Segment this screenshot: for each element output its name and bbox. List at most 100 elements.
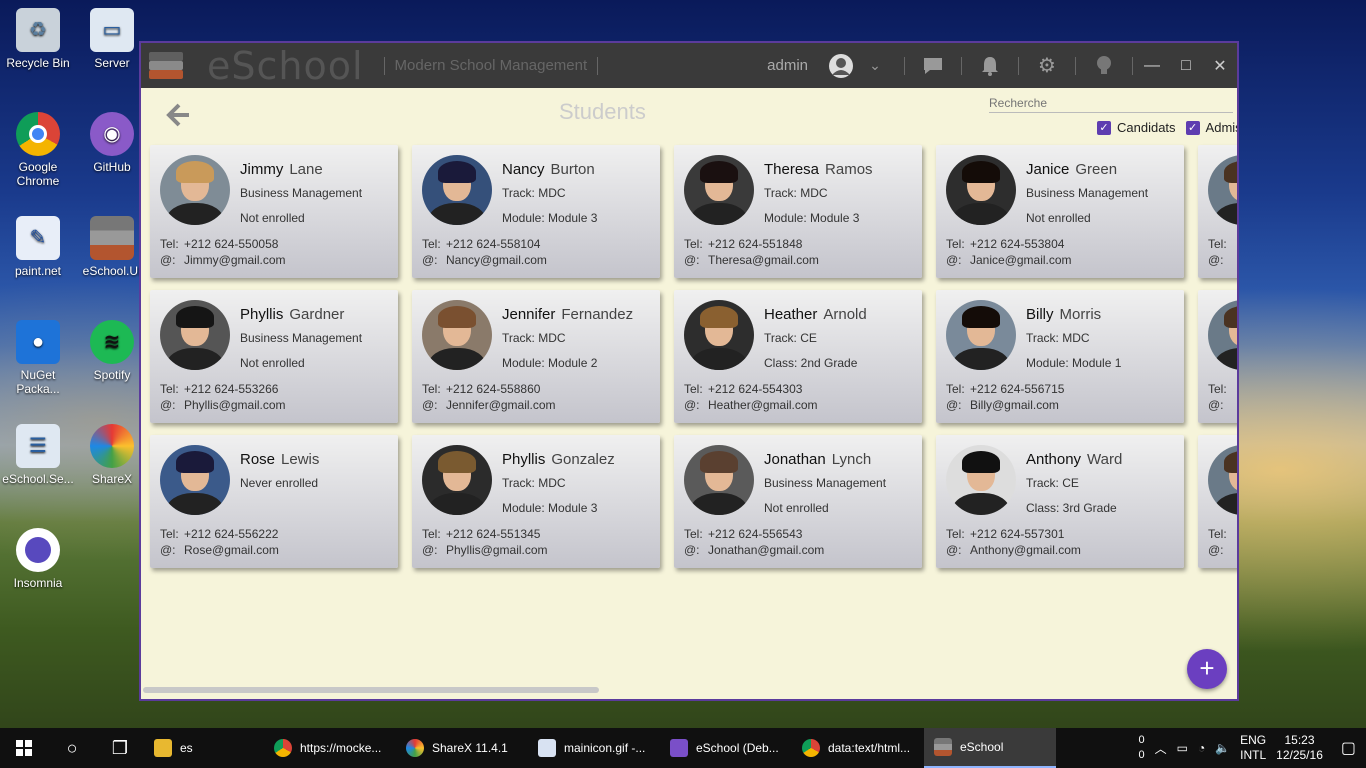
student-avatar — [422, 155, 492, 225]
desktop-icon-eschool-server[interactable]: ☰ eSchool.Se... — [0, 424, 76, 486]
student-card[interactable]: Jennifer Fernandez Track: MDC Module: Modul… — [412, 290, 660, 423]
desktop-icon-paintnet[interactable]: ✎ paint.net — [0, 216, 76, 278]
phone-label: Tel: — [422, 382, 441, 396]
maximize-button[interactable]: □ — [1169, 43, 1203, 88]
email-value: Jonathan@gmail.com — [708, 543, 825, 557]
student-card[interactable]: Phyllis Gardner Business Management Not enr… — [150, 290, 398, 423]
student-first-name: Jonathan — [764, 451, 826, 468]
phone-label: Tel: — [946, 527, 965, 541]
student-card[interactable]: Anthony Ward Track: CE Class: 3rd Grade Tel:… — [936, 435, 1184, 568]
phone-value: +212 624-556543 — [708, 527, 803, 541]
email-label: @: — [684, 253, 700, 267]
student-card[interactable]: Nancy Burton Track: MDC Module: Module 3 Tel… — [412, 145, 660, 278]
student-card[interactable]: Billy Morris Track: MDC Module: Module 1 Tel… — [936, 290, 1184, 423]
student-phone: Tel: — [1208, 527, 1232, 541]
clock[interactable]: 15:23 12/25/16 — [1276, 733, 1323, 763]
phone-value: +212 624-553804 — [970, 237, 1065, 251]
student-status: Module: Module 1 — [1026, 356, 1122, 370]
avatar-body — [166, 493, 224, 515]
chrome-icon — [274, 739, 292, 757]
start-button[interactable] — [0, 728, 48, 768]
gear-icon[interactable]: ⚙ — [1034, 53, 1060, 79]
student-avatar — [946, 300, 1016, 370]
student-card[interactable]: Janice Green Business Management Not enroll… — [936, 145, 1184, 278]
phone-label: Tel: — [422, 237, 441, 251]
student-card[interactable]: Jonathan Lynch Business Management Not enro… — [674, 435, 922, 568]
avatar-hair — [700, 161, 738, 183]
divider — [1132, 56, 1133, 75]
language-indicator[interactable]: ENG INTL — [1240, 733, 1266, 763]
student-card[interactable]: Theresa Ramos Track: MDC Module: Module 3 Te… — [674, 145, 922, 278]
task-visual-studio[interactable]: eSchool (Deb... — [660, 728, 792, 768]
task-paintnet[interactable]: mainicon.gif -... — [528, 728, 660, 768]
chat-icon[interactable] — [920, 53, 946, 79]
student-avatar — [160, 155, 230, 225]
task-chrome-mock[interactable]: https://mocke... — [264, 728, 396, 768]
desktop-icon-insomnia[interactable]: Insomnia — [0, 528, 76, 590]
student-track: Track: CE — [764, 331, 817, 345]
desktop-icon-chrome[interactable]: Google Chrome — [0, 112, 76, 188]
student-status: Not enrolled — [764, 501, 829, 515]
student-card-partial[interactable]: Tel: @: — [1198, 145, 1237, 278]
email-label: @: — [684, 543, 700, 557]
student-name: Anthony Ward — [1026, 451, 1122, 468]
task-view-icon[interactable]: ❐ — [96, 728, 144, 768]
avatar-body — [690, 203, 748, 225]
phone-value: +212 624-554303 — [708, 382, 803, 396]
avatar-hair — [1224, 161, 1237, 183]
task-chrome-data[interactable]: data:text/html... — [792, 728, 924, 768]
close-button[interactable]: ✕ — [1203, 43, 1237, 88]
phone-value: +212 624-558104 — [446, 237, 541, 251]
user-name[interactable]: admin — [767, 57, 808, 74]
student-last-name: Ward — [1087, 451, 1123, 468]
bell-icon[interactable] — [977, 53, 1003, 79]
avatar-body — [952, 203, 1010, 225]
student-name: Billy Morris — [1026, 306, 1101, 323]
wifi-icon[interactable]: ◔ — [1198, 741, 1205, 755]
horizontal-scrollbar[interactable] — [143, 687, 599, 693]
title-bar: eSchool Modern School Management admin ⌄… — [141, 43, 1237, 88]
search-input[interactable] — [989, 93, 1233, 113]
system-tray: 00 ︿ ▭ ◔ 🔈 ENG INTL 15:23 12/25/16 ▢ — [1138, 733, 1366, 763]
user-avatar-icon[interactable] — [828, 53, 854, 79]
student-email: @: — [1208, 543, 1232, 557]
student-email: @: Billy@gmail.com — [946, 398, 1059, 412]
back-arrow-icon[interactable] — [165, 99, 191, 136]
notifications-icon[interactable]: ▢ — [1341, 738, 1356, 758]
lightbulb-icon[interactable] — [1091, 53, 1117, 79]
student-phone: Tel: +212 624-558860 — [422, 382, 540, 396]
student-card[interactable]: Jimmy Lane Business Management Not enrolled… — [150, 145, 398, 278]
chevron-down-icon[interactable]: ⌄ — [862, 53, 888, 79]
student-track: Never enrolled — [240, 476, 319, 490]
student-email: @: — [1208, 253, 1232, 267]
avatar-hair — [438, 306, 476, 328]
cortana-icon[interactable]: ○ — [48, 728, 96, 768]
battery-icon[interactable]: ▭ — [1177, 741, 1188, 755]
student-card[interactable]: Phyllis Gonzalez Track: MDC Module: Module … — [412, 435, 660, 568]
student-card[interactable]: Heather Arnold Track: CE Class: 2nd Grade Te… — [674, 290, 922, 423]
student-card-partial[interactable]: Tel: @: — [1198, 290, 1237, 423]
student-status: Class: 2nd Grade — [764, 356, 858, 370]
student-phone: Tel: +212 624-558104 — [422, 237, 540, 251]
minimize-button[interactable]: — — [1135, 43, 1169, 88]
desktop-icon-recycle-bin[interactable]: ♻ Recycle Bin — [0, 8, 76, 70]
task-sharex[interactable]: ShareX 11.4.1 — [396, 728, 528, 768]
task-es[interactable]: es — [144, 728, 264, 768]
add-student-button[interactable]: + — [1187, 649, 1227, 689]
chevron-up-icon[interactable]: ︿ — [1155, 740, 1167, 757]
student-phone: Tel: +212 624-553266 — [160, 382, 278, 396]
student-status: Module: Module 3 — [764, 211, 860, 225]
filter-candidats-checkbox[interactable]: ✓ Candidats — [1097, 120, 1176, 135]
student-card-partial[interactable]: Tel: @: — [1198, 435, 1237, 568]
app-subtitle: Modern School Management — [394, 57, 588, 74]
desktop-icon-nuget[interactable]: ● NuGet Packa... — [0, 320, 76, 396]
student-first-name: Jimmy — [240, 161, 284, 178]
task-eschool[interactable]: eSchool — [924, 728, 1056, 768]
student-card[interactable]: Rose Lewis Never enrolled Tel: +212 624-5562… — [150, 435, 398, 568]
avatar-hair — [176, 451, 214, 473]
volume-icon[interactable]: 🔈 — [1215, 741, 1230, 755]
server-stack-icon: ☰ — [16, 424, 60, 468]
filter-admis-checkbox[interactable]: ✓ Admis — [1185, 120, 1237, 135]
sharex-icon — [406, 739, 424, 757]
phone-value: +212 624-558860 — [446, 382, 541, 396]
